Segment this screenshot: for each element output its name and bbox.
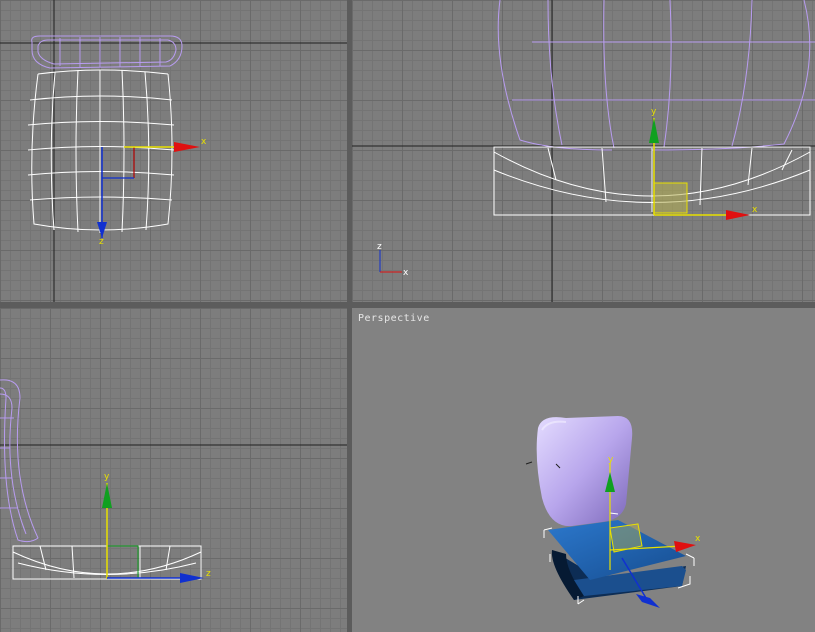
- viewport-front[interactable]: y x z x: [352, 0, 815, 302]
- view-axis-tripod: z x: [377, 242, 409, 278]
- chair-back-wireframe[interactable]: [497, 0, 815, 151]
- corner-axis-z: z: [377, 242, 382, 252]
- axis-x-label: x: [695, 534, 701, 544]
- viewport-top[interactable]: x z: [0, 0, 347, 302]
- axis-y-label: y: [608, 455, 614, 465]
- chair-back-wireframe[interactable]: [0, 379, 39, 543]
- viewport-perspective-canvas[interactable]: y x: [352, 308, 815, 632]
- axis-z-label: z: [99, 237, 104, 247]
- transform-gizmo-top[interactable]: x z: [97, 137, 207, 247]
- transform-gizmo-left[interactable]: y z: [102, 472, 211, 583]
- axis-x-label: x: [752, 205, 758, 215]
- axis-z-label: z: [206, 569, 211, 579]
- axis-y-label: y: [651, 107, 657, 117]
- chair-model-shaded[interactable]: [525, 416, 686, 600]
- viewport-top-canvas[interactable]: x z: [0, 0, 347, 302]
- axis-x-label: x: [201, 137, 207, 147]
- chair-seat-wireframe[interactable]: [27, 69, 175, 233]
- viewport-perspective[interactable]: Perspective y x: [352, 308, 815, 632]
- viewport-left-canvas[interactable]: y z: [0, 308, 347, 632]
- viewport-front-canvas[interactable]: y x z x: [352, 0, 815, 302]
- transform-gizmo-front[interactable]: y x: [649, 107, 758, 220]
- axis-y-label: y: [104, 472, 110, 482]
- viewport-left[interactable]: y z: [0, 308, 347, 632]
- chair-seat-wireframe[interactable]: [493, 146, 811, 216]
- corner-axis-x: x: [403, 268, 409, 278]
